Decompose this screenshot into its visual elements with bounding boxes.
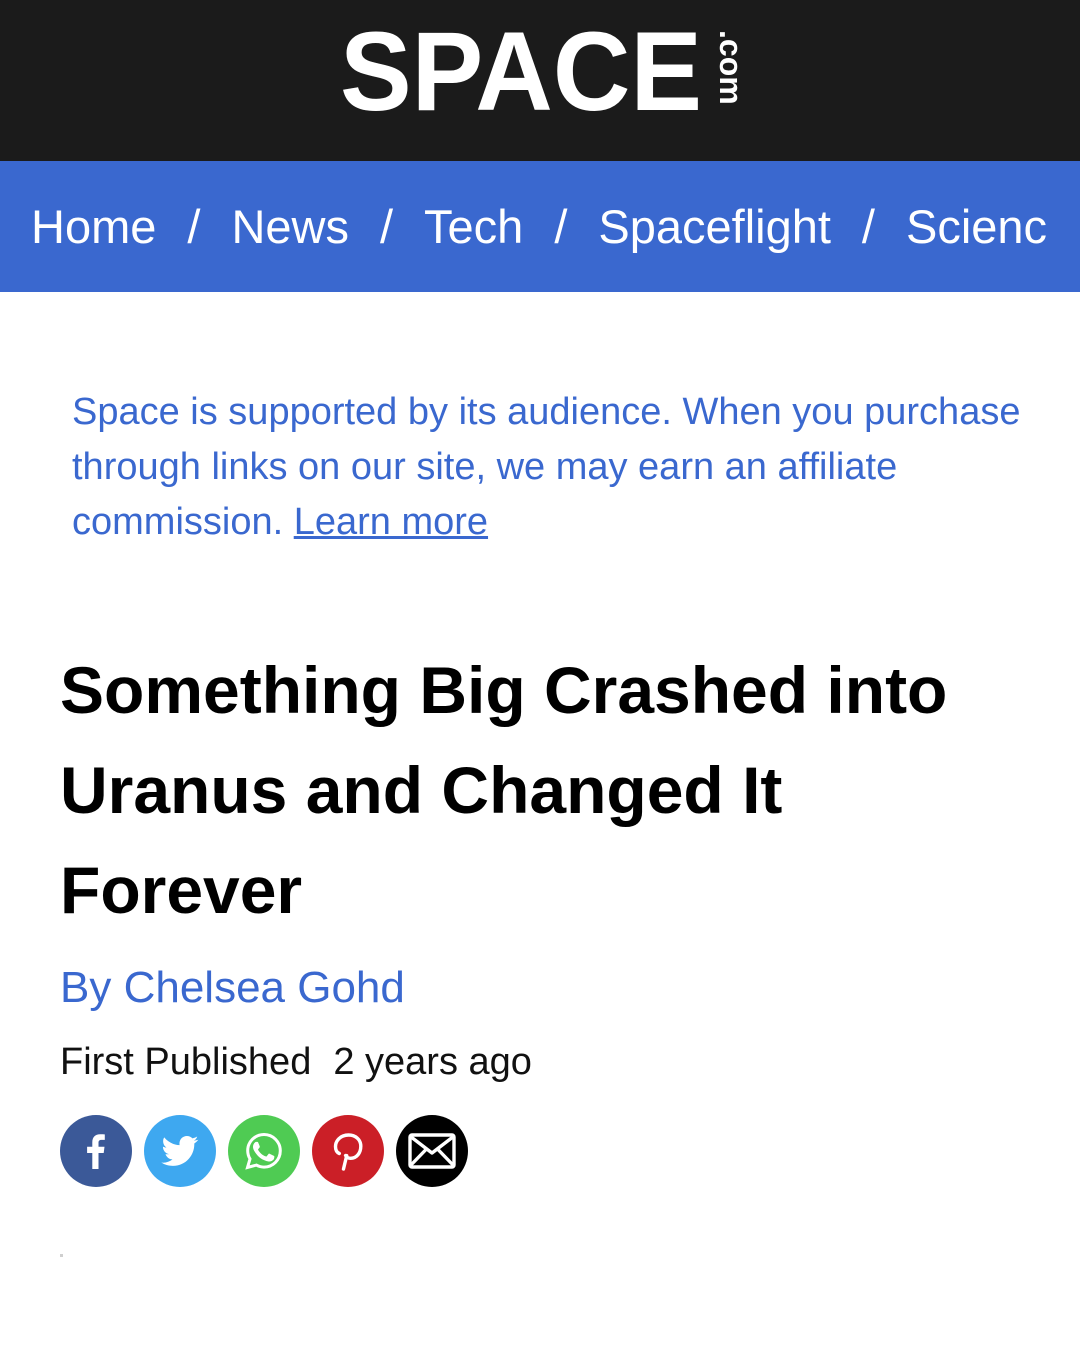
facebook-icon xyxy=(87,1134,105,1169)
space-logo[interactable]: SPACE .com xyxy=(340,22,750,118)
author-link[interactable]: Chelsea Gohd xyxy=(124,963,405,1012)
breadcrumb-nav: Home / News / Tech / Spaceflight / Scien… xyxy=(0,161,1080,292)
published-label: First Published xyxy=(60,1041,312,1083)
site-header: SPACE .com xyxy=(0,0,1080,161)
logo-text: SPACE xyxy=(340,22,702,118)
nav-separator: / xyxy=(379,200,394,253)
nav-separator: / xyxy=(187,200,201,253)
nav-item-news[interactable]: News xyxy=(231,199,349,255)
breadcrumb: Home / News / Tech / Spaceflight / Scien… xyxy=(31,199,1047,255)
nav-item-home[interactable]: Home xyxy=(31,199,156,255)
twitter-icon xyxy=(161,1135,199,1166)
nav-separator: / xyxy=(554,200,568,253)
share-pinterest-button[interactable] xyxy=(312,1115,384,1187)
logo-suffix: .com xyxy=(713,30,749,105)
pinterest-icon xyxy=(333,1133,363,1171)
share-whatsapp-button[interactable] xyxy=(228,1115,300,1187)
affiliate-disclosure: Space is supported by its audience. When… xyxy=(72,385,1032,550)
share-email-button[interactable] xyxy=(396,1115,468,1187)
nav-item-tech[interactable]: Tech xyxy=(424,199,523,255)
divider-dot xyxy=(60,1254,63,1257)
published-value: 2 years ago xyxy=(333,1041,532,1083)
affiliate-text: Space is supported by its audience. When… xyxy=(72,391,1021,543)
share-bar xyxy=(60,1115,480,1187)
nav-separator: / xyxy=(861,200,875,253)
nav-item-science[interactable]: Scienc xyxy=(906,199,1047,255)
email-icon xyxy=(408,1133,456,1169)
nav-item-spaceflight[interactable]: Spaceflight xyxy=(598,199,831,255)
byline: By Chelsea Gohd xyxy=(60,960,405,1016)
whatsapp-icon xyxy=(245,1132,282,1170)
share-facebook-button[interactable] xyxy=(60,1115,132,1187)
article-title: Something Big Crashed into Uranus and Ch… xyxy=(60,653,948,927)
learn-more-link[interactable]: Learn more xyxy=(294,501,488,543)
share-twitter-button[interactable] xyxy=(144,1115,216,1187)
publish-info: First Published 2 years ago xyxy=(60,1038,532,1086)
byline-prefix: By xyxy=(60,963,124,1012)
